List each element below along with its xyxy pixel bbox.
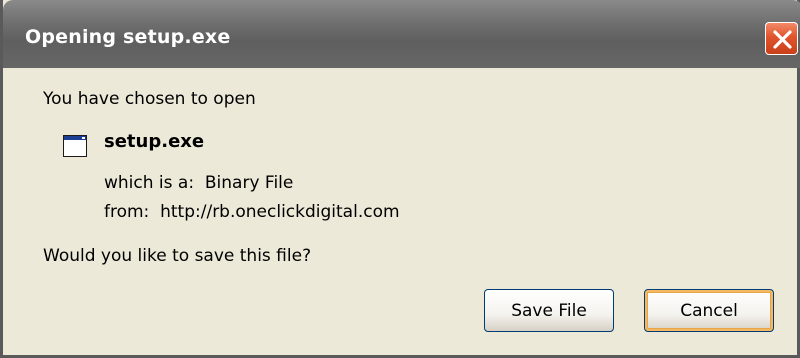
file-source-label: from: [104,202,150,222]
download-dialog: Opening setup.exe You have chosen to ope… [0,0,800,358]
application-window-icon [63,135,87,157]
title-bar[interactable]: Opening setup.exe [3,0,800,68]
close-button[interactable] [765,22,798,55]
file-source-line: from: http://rb.oneclickdigital.com [104,202,400,222]
file-type-line: which is a: Binary File [104,173,293,193]
cancel-button[interactable]: Cancel [644,289,774,332]
intro-text: You have chosen to open [43,89,256,109]
file-type-value: Binary File [204,173,294,193]
file-name: setup.exe [104,131,205,152]
file-type-label: which is a: [104,173,195,193]
save-question: Would you like to save this file? [43,246,312,266]
dialog-title: Opening setup.exe [25,26,231,48]
close-icon [773,30,792,49]
file-source-url: http://rb.oneclickdigital.com [160,202,400,222]
save-file-button[interactable]: Save File [484,289,614,332]
